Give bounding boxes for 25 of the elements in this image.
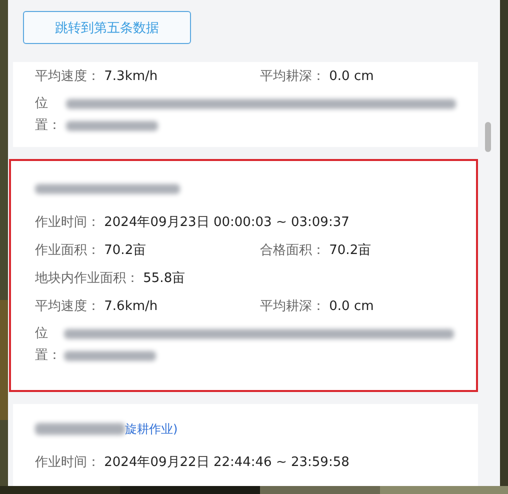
- field-label: 平均耕深：: [260, 299, 325, 314]
- field-value: 70.2亩: [329, 243, 372, 258]
- field-label: 作业面积：: [35, 243, 100, 258]
- field-label: 平均耕深：: [260, 69, 325, 84]
- field-label: 平均速度：: [35, 299, 100, 314]
- field-label: 作业时间：: [35, 455, 100, 470]
- field-value: 55.8亩: [143, 271, 186, 286]
- scrollbar-thumb[interactable]: [485, 122, 491, 152]
- field-label: 作业时间：: [35, 215, 100, 230]
- field-label: 位置：: [35, 95, 62, 135]
- record-card[interactable]: 旋耕作业) 作业时间： 2024年09月22日 22:44:46 ~ 23:59:58: [13, 404, 478, 486]
- record-card[interactable]: 平均速度： 7.3km/h 平均耕深： 0.0 cm 位置：: [13, 62, 478, 147]
- field-label: 平均速度：: [35, 69, 100, 84]
- field-value: 7.6km/h: [104, 299, 158, 314]
- field-value: 2024年09月22日 22:44:46 ~ 23:59:58: [104, 455, 350, 470]
- field-label: 合格面积：: [260, 243, 325, 258]
- field-value: 70.2亩: [104, 243, 146, 258]
- field-value: 2024年09月23日 00:00:03 ~ 03:09:37: [104, 215, 350, 230]
- field-value: 0.0 cm: [329, 299, 374, 314]
- field-value: 7.3km/h: [104, 69, 158, 84]
- field-label: 地块内作业面积：: [35, 271, 139, 286]
- field-value: 0.0 cm: [329, 69, 374, 84]
- record-card[interactable]: 作业时间： 2024年09月23日 00:00:03 ~ 03:09:37 作业面积： 70.2亩 合格面积： 70.2亩 地块内作业面积： 55.8亩 平均速度： 7.6km/h 平均耕深： 0.0 cm 位置：: [9, 159, 478, 392]
- field-label: 位置：: [35, 325, 62, 365]
- record-title: 旋耕作业): [125, 420, 178, 438]
